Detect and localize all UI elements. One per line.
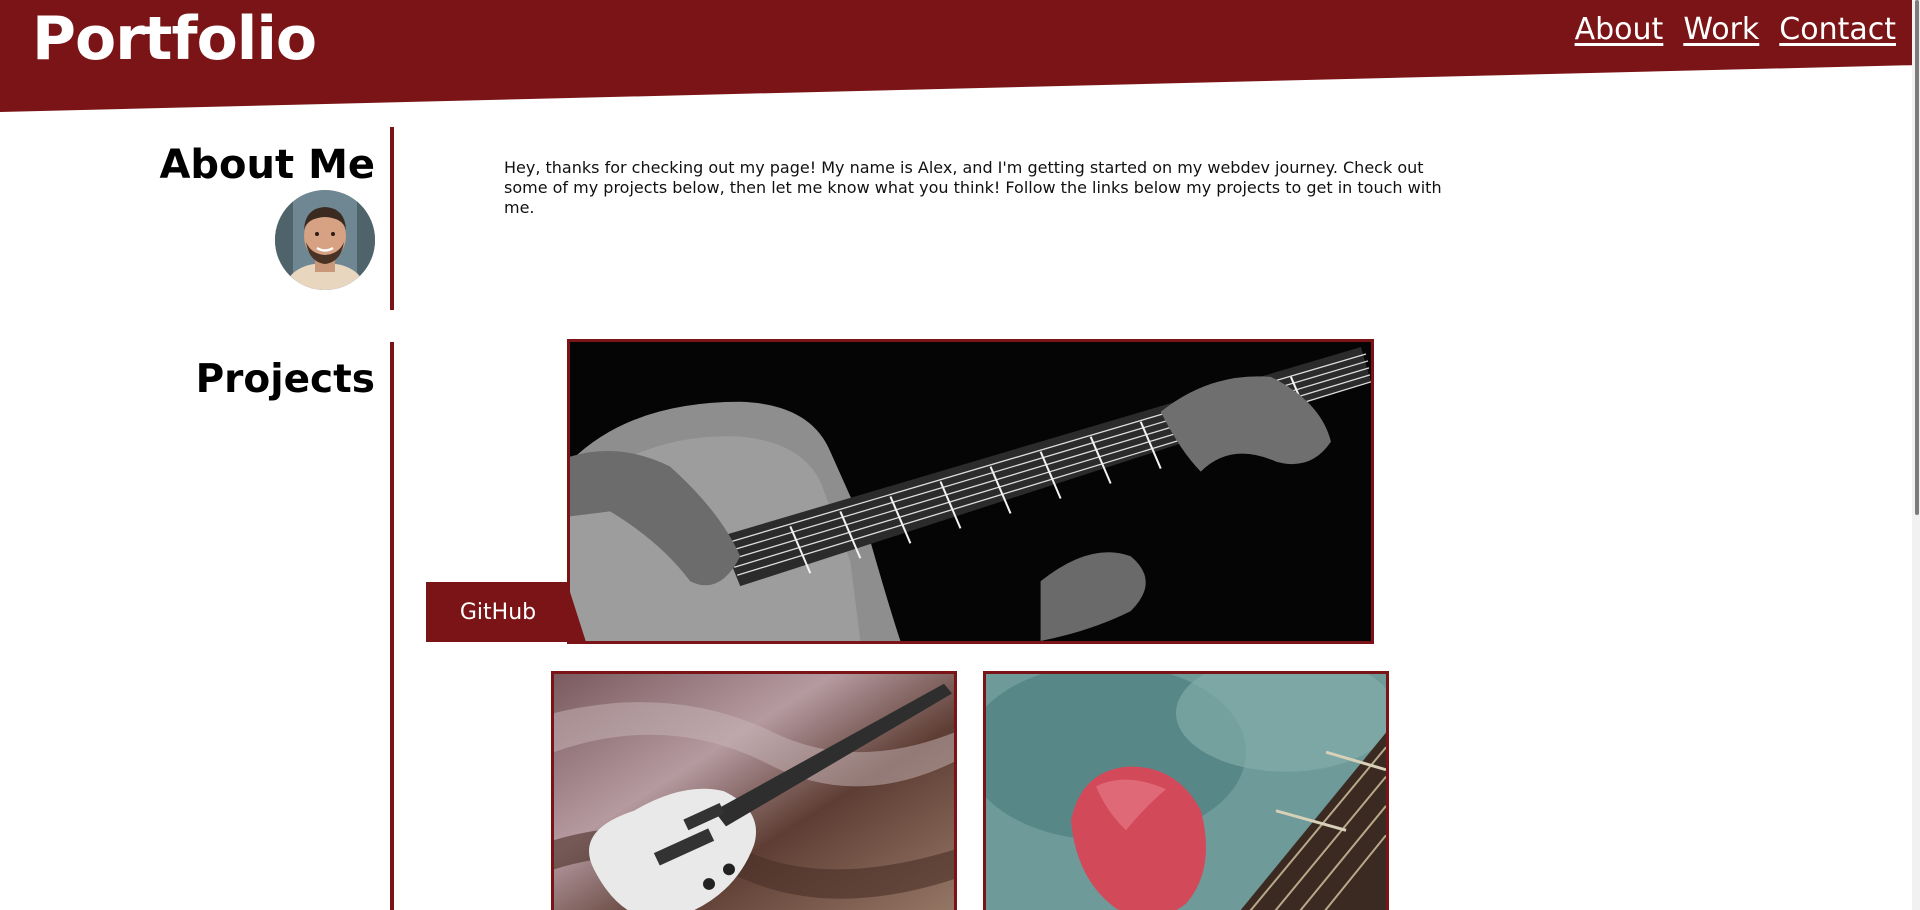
github-link-button[interactable]: GitHub (426, 582, 586, 642)
project-card-acoustic-guitar[interactable] (567, 339, 1374, 644)
about-divider (390, 127, 394, 310)
nav-link-work[interactable]: Work (1683, 12, 1759, 47)
acoustic-guitar-image (570, 342, 1371, 641)
guitar-pick-image (986, 674, 1386, 910)
main-nav: About Work Contact (1575, 12, 1896, 47)
about-description: Hey, thanks for checking out my page! My… (504, 158, 1442, 217)
portfolio-page: Portfolio About Work Contact About Me He… (0, 0, 1920, 910)
projects-heading: Projects (195, 357, 375, 402)
profile-avatar (275, 190, 375, 290)
about-heading: About Me (159, 142, 375, 188)
site-logo[interactable]: Portfolio (32, 4, 317, 74)
avatar-image (275, 190, 375, 290)
project-card-electric-guitar[interactable] (551, 671, 957, 910)
project-card-guitar-pick[interactable] (983, 671, 1389, 910)
nav-link-about[interactable]: About (1575, 12, 1664, 47)
projects-divider (390, 342, 394, 910)
scrollbar-thumb[interactable] (1915, 0, 1919, 515)
page-scrollbar[interactable] (1912, 0, 1920, 910)
electric-guitar-image (554, 674, 954, 910)
nav-link-contact[interactable]: Contact (1779, 12, 1896, 47)
